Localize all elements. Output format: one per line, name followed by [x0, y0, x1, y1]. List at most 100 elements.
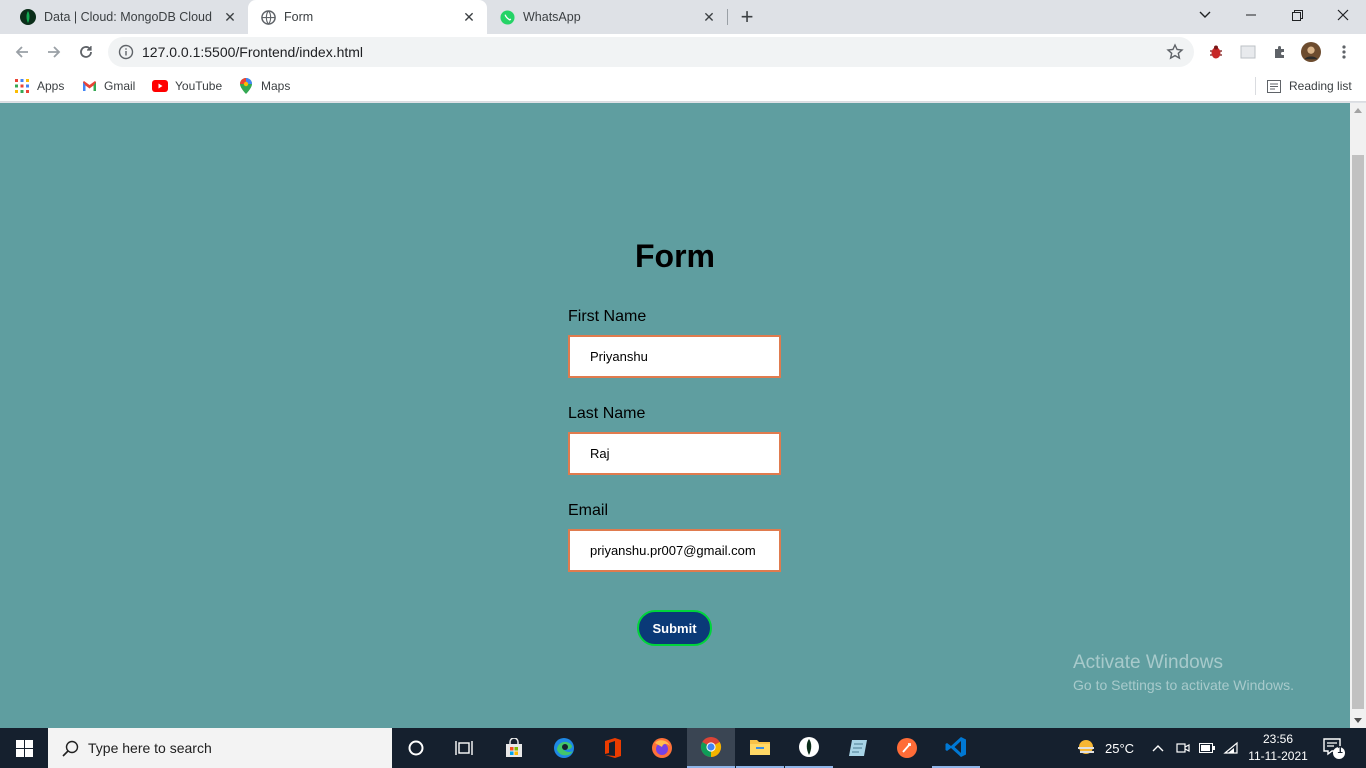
scroll-up-arrow-icon[interactable]	[1354, 108, 1362, 113]
edge-app[interactable]	[540, 728, 588, 768]
email-label: Email	[568, 502, 609, 519]
edge-icon	[554, 738, 574, 758]
weather-sun-cloud-icon	[1078, 740, 1094, 754]
page-title: Form	[635, 238, 715, 274]
firefox-app[interactable]	[638, 728, 686, 768]
close-icon[interactable]: ✕	[701, 9, 717, 25]
chevron-down-icon	[1199, 11, 1211, 18]
minimize-button[interactable]	[1228, 0, 1274, 30]
tab-title: Data | Cloud: MongoDB Cloud	[44, 10, 212, 24]
close-icon[interactable]: ✕	[461, 9, 477, 25]
url-text: 127.0.0.1:5500/Frontend/index.html	[142, 44, 364, 60]
minimize-icon	[1246, 14, 1256, 16]
notepad-icon	[849, 740, 867, 756]
microsoft-store-app[interactable]	[490, 728, 538, 768]
profile-avatar-icon[interactable]	[1301, 42, 1321, 62]
puzzle-extensions-icon[interactable]	[1270, 42, 1290, 62]
watermark-subtitle: Go to Settings to activate Windows.	[1073, 677, 1294, 693]
meet-now-button[interactable]	[1176, 728, 1190, 768]
restore-button[interactable]	[1274, 0, 1320, 30]
bookmarks-separator	[1255, 77, 1256, 95]
forward-button[interactable]	[40, 38, 68, 66]
tab-mongodb[interactable]: Data | Cloud: MongoDB Cloud ✕	[0, 0, 248, 34]
store-bag-icon	[506, 738, 522, 757]
close-icon[interactable]: ✕	[222, 9, 238, 25]
reading-list-button[interactable]: Reading list	[1266, 76, 1352, 96]
cortana-button[interactable]	[392, 728, 440, 768]
taskbar-clock[interactable]: 23:56 11-11-2021	[1240, 731, 1316, 765]
show-hidden-icons-button[interactable]	[1152, 728, 1164, 768]
first-name-input[interactable]	[568, 335, 781, 378]
office-app[interactable]	[589, 728, 637, 768]
apps-grid-icon	[14, 78, 30, 94]
first-name-label: First Name	[568, 308, 647, 325]
new-tab-button[interactable]: +	[734, 4, 760, 29]
activate-windows-watermark: Activate Windows Go to Settings to activ…	[1073, 652, 1294, 693]
email-input[interactable]	[568, 529, 781, 572]
tab-title: WhatsApp	[523, 10, 581, 24]
chevron-up-icon	[1152, 745, 1164, 752]
start-button[interactable]	[0, 728, 48, 768]
chrome-app[interactable]	[687, 728, 735, 768]
taskbar-search[interactable]: Type here to search	[48, 728, 392, 768]
gmail-icon	[81, 78, 97, 94]
bookmarks-bar: Apps Gmail YouTube Maps Reading list	[0, 70, 1366, 102]
bookmark-gmail[interactable]: Gmail	[81, 76, 135, 96]
weather-widget[interactable]: 25°C	[1075, 728, 1134, 768]
notification-count: 1	[1337, 745, 1343, 756]
chrome-icon	[700, 737, 722, 758]
arrow-left-icon	[15, 46, 28, 58]
bookmark-label: Maps	[261, 79, 291, 93]
tab-search-button[interactable]	[1182, 0, 1228, 30]
cortana-circle-icon	[408, 740, 424, 756]
bookmark-label: Gmail	[104, 79, 136, 93]
mongodb-leaf-icon	[20, 9, 36, 25]
extension-icon[interactable]	[1238, 42, 1258, 62]
vscode-icon	[945, 737, 966, 757]
notification-center-button[interactable]: 1	[1322, 728, 1346, 768]
wifi-indicator[interactable]	[1223, 728, 1239, 768]
postman-app[interactable]	[883, 728, 931, 768]
meet-now-icon	[1176, 743, 1190, 753]
browser-toolbar: 127.0.0.1:5500/Frontend/index.html	[0, 34, 1366, 70]
windows-logo-icon	[15, 739, 33, 757]
reading-list-label: Reading list	[1289, 79, 1352, 93]
bug-extension-icon[interactable]	[1206, 42, 1226, 62]
file-explorer-app[interactable]	[736, 728, 784, 768]
back-button[interactable]	[8, 38, 36, 66]
tab-whatsapp[interactable]: WhatsApp ✕	[487, 0, 727, 34]
tab-title: Form	[284, 10, 314, 24]
page-content: Form First Name Last Name Email Submit A…	[0, 103, 1350, 728]
menu-kebab-icon[interactable]	[1334, 42, 1354, 62]
whatsapp-icon	[499, 9, 515, 25]
scrollbar-thumb[interactable]	[1352, 155, 1364, 709]
battery-indicator[interactable]	[1199, 728, 1215, 768]
bookmark-label: Apps	[37, 79, 65, 93]
reload-button[interactable]	[72, 38, 100, 66]
address-bar[interactable]: 127.0.0.1:5500/Frontend/index.html	[108, 37, 1194, 67]
temperature-text: 25°C	[1105, 740, 1135, 756]
watermark-title: Activate Windows	[1073, 652, 1223, 673]
bookmark-maps[interactable]: Maps	[238, 76, 290, 96]
task-view-button[interactable]	[440, 728, 488, 768]
wifi-icon	[1223, 741, 1238, 754]
notepad-app[interactable]	[834, 728, 882, 768]
search-placeholder: Type here to search	[88, 740, 212, 756]
bookmark-apps[interactable]: Apps	[14, 76, 64, 96]
bookmark-star-icon[interactable]	[1166, 43, 1184, 61]
info-icon[interactable]	[118, 44, 134, 60]
clock-time: 23:56	[1262, 732, 1294, 746]
submit-button[interactable]: Submit	[637, 610, 712, 646]
clock-date: 11-11-2021	[1248, 749, 1308, 763]
tab-strip: Data | Cloud: MongoDB Cloud ✕ Form ✕ Wha…	[0, 0, 1366, 34]
close-window-button[interactable]	[1320, 0, 1366, 30]
folder-icon	[750, 740, 770, 755]
mongodb-compass-app[interactable]	[785, 728, 833, 768]
vscode-app[interactable]	[932, 728, 980, 768]
last-name-input[interactable]	[568, 432, 781, 475]
page-scrollbar[interactable]	[1350, 103, 1366, 728]
scroll-down-arrow-icon[interactable]	[1354, 718, 1362, 723]
tab-form[interactable]: Form ✕	[248, 0, 487, 34]
bookmark-youtube[interactable]: YouTube	[152, 76, 222, 96]
bookmark-label: YouTube	[175, 79, 223, 93]
